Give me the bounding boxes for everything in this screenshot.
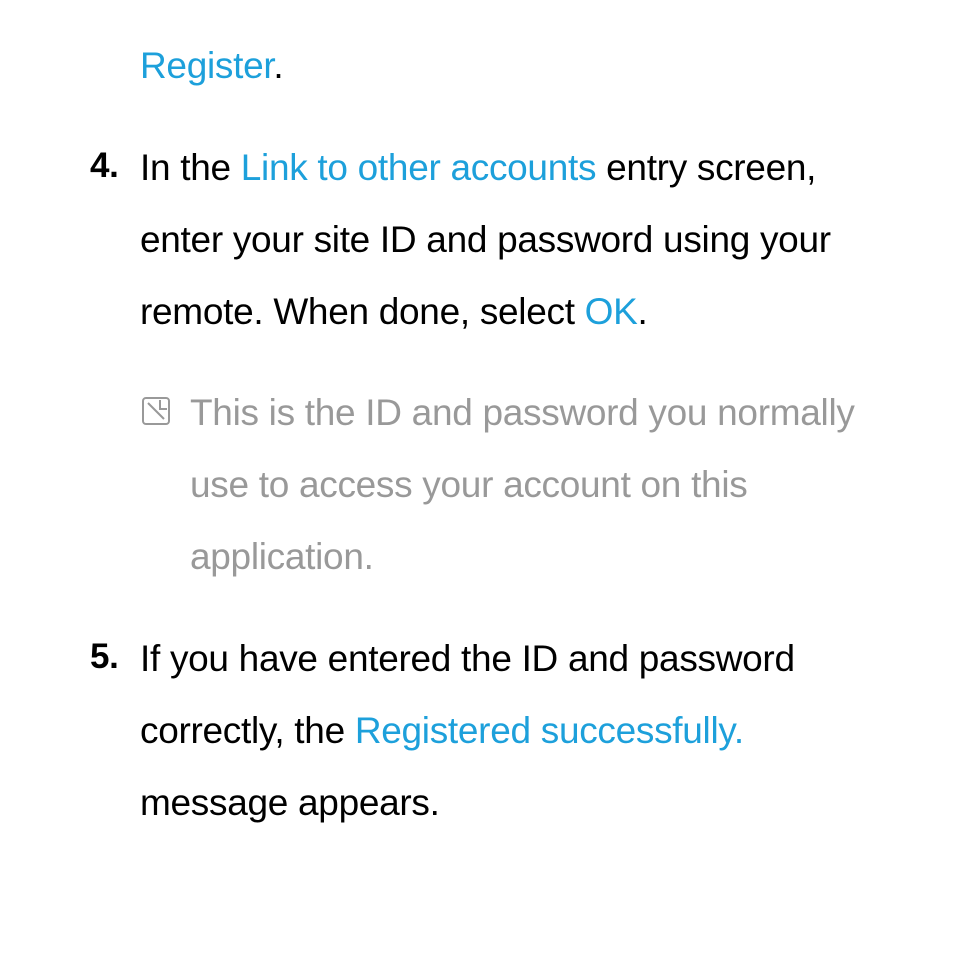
step-4-suffix: .: [638, 291, 648, 332]
step-5-suffix: message appears.: [140, 782, 440, 823]
step-4-content: In the Link to other accounts entry scre…: [140, 132, 894, 348]
step-5-registered: Registered successfully.: [355, 710, 744, 751]
register-label: Register: [140, 45, 273, 86]
note-icon: [140, 377, 190, 593]
register-period: .: [273, 45, 283, 86]
note-block: This is the ID and password you normally…: [90, 377, 894, 593]
step-5-content: If you have entered the ID and password …: [140, 623, 894, 839]
step-4-ok: OK: [585, 291, 638, 332]
step-5: 5. If you have entered the ID and passwo…: [90, 623, 894, 839]
step-4-prefix: In the: [140, 147, 241, 188]
register-line: Register.: [90, 30, 894, 102]
step-4-link-accounts: Link to other accounts: [241, 147, 596, 188]
note-content: This is the ID and password you normally…: [190, 377, 894, 593]
step-4: 4. In the Link to other accounts entry s…: [90, 132, 894, 348]
step-5-number: 5.: [90, 623, 140, 839]
step-4-number: 4.: [90, 132, 140, 348]
